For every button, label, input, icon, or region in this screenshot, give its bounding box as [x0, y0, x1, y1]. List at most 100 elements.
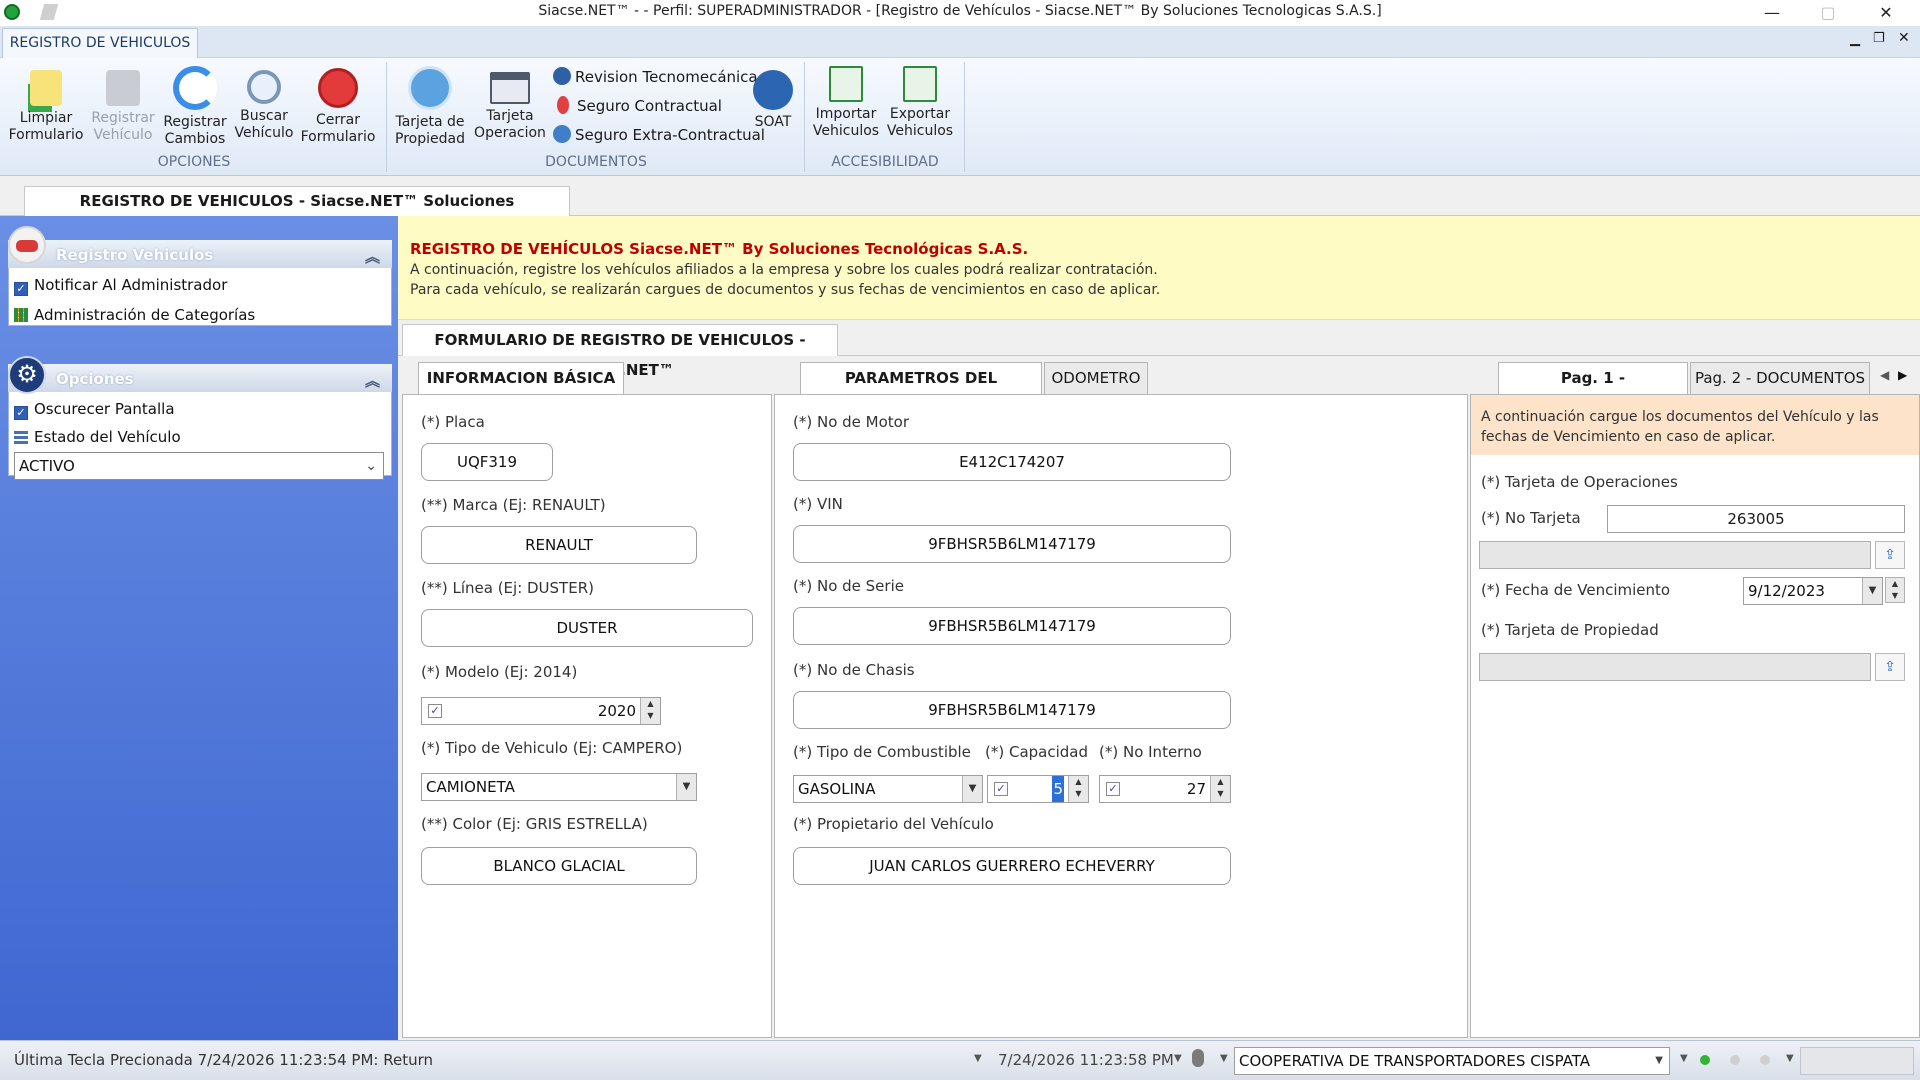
propietario-field[interactable]: JUAN CARLOS GUERRERO ECHEVERRY: [793, 847, 1231, 885]
card-icon: [408, 66, 452, 110]
placa-field[interactable]: UQF319: [421, 443, 553, 481]
car-shape: [16, 240, 38, 252]
combustible-select[interactable]: GASOLINA ▼: [793, 775, 983, 803]
tab-parametros-vehiculo[interactable]: PARAMETROS DEL VEHICULO: [800, 362, 1042, 417]
minimize-button[interactable]: —: [1752, 2, 1792, 24]
estado-vehiculo-select[interactable]: ACTIVO ⌄: [14, 452, 384, 480]
group-separator: [386, 62, 387, 172]
checkbox-checked[interactable]: ✓: [14, 282, 28, 296]
status-dropdown-icon[interactable]: ▼: [1786, 1053, 1794, 1064]
tarjeta-propiedad-label: (*) Tarjeta de Propiedad: [1481, 621, 1659, 639]
mdi-close-icon[interactable]: ✕: [1898, 30, 1910, 46]
spin-arrows-icon[interactable]: ▲ ▼: [640, 698, 660, 724]
seguro-contractual-button[interactable]: Seguro Contractual: [553, 93, 722, 119]
close-button[interactable]: ✕: [1866, 2, 1906, 24]
spin-arrows-icon[interactable]: ▲ ▼: [1210, 776, 1230, 802]
chevron-down-icon[interactable]: ▼: [676, 774, 696, 800]
exportar-vehiculos-button[interactable]: Exportar Vehiculos: [884, 64, 956, 154]
tarjeta-operaciones-file: [1479, 541, 1871, 569]
ribbon-tab-registro[interactable]: REGISTRO DE VEHICULOS: [2, 28, 198, 58]
form-tab[interactable]: FORMULARIO DE REGISTRO DE VEHICULOS - Si…: [402, 324, 838, 379]
tarjeta-propiedad-button[interactable]: Tarjeta de Propiedad: [390, 64, 470, 154]
motor-field[interactable]: E412C174207: [793, 443, 1231, 481]
tab-informacion-basica[interactable]: INFORMACION BÁSICA: [418, 362, 624, 394]
interno-checkbox[interactable]: ✓: [1106, 782, 1120, 796]
search-icon: [247, 70, 281, 104]
mdi-min-icon[interactable]: ▁: [1850, 32, 1860, 47]
marca-field[interactable]: RENAULT: [421, 526, 697, 564]
tab-odometro[interactable]: ODOMETRO: [1044, 362, 1148, 394]
color-field[interactable]: BLANCO GLACIAL: [421, 847, 697, 885]
vin-field[interactable]: 9FBHSR5B6LM147179: [793, 525, 1231, 563]
serie-field[interactable]: 9FBHSR5B6LM147179: [793, 607, 1231, 645]
upload-icon[interactable]: ⇪: [1875, 653, 1905, 681]
cerrar-formulario-button[interactable]: Cerrar Formulario: [298, 64, 378, 154]
combustible-label: (*) Tipo de Combustible: [793, 743, 971, 761]
revision-tecnomecanica-button[interactable]: Revision Tecnomecánica: [553, 64, 758, 90]
capacidad-checkbox[interactable]: ✓: [994, 782, 1008, 796]
linea-field[interactable]: DUSTER: [421, 609, 753, 647]
tab-pag2-documentos[interactable]: Pag. 2 - DOCUMENTOS: [1690, 362, 1870, 394]
new-document-icon: [30, 70, 62, 106]
soat-icon: [753, 70, 793, 110]
registrar-cambios-button[interactable]: Registrar Cambios: [160, 64, 230, 154]
nav-header-opciones[interactable]: Opciones ︽: [8, 364, 392, 392]
fecha-vencimiento-label: (*) Fecha de Vencimiento: [1481, 581, 1671, 599]
capacidad-stepper[interactable]: ✓ 5 ▲ ▼: [987, 775, 1089, 803]
status-dropdown-icon[interactable]: ▼: [974, 1053, 982, 1064]
limpiar-formulario-button[interactable]: Limpiar Formulario: [6, 64, 86, 154]
soat-button[interactable]: SOAT: [748, 64, 798, 154]
group-label-opciones: OPCIONES: [157, 154, 231, 170]
chevron-down-icon[interactable]: ▼: [962, 776, 982, 802]
interno-stepper[interactable]: ✓ 27 ▲ ▼: [1099, 775, 1231, 803]
collapse-icon[interactable]: ︽: [365, 370, 380, 391]
tab-scroll-right-icon[interactable]: ▶: [1898, 368, 1907, 382]
no-tarjeta-field[interactable]: 263005: [1607, 505, 1905, 533]
documentos-note: A continuación cargue los documentos del…: [1471, 395, 1919, 455]
pin-icon: [557, 96, 569, 114]
buscar-vehiculo-button[interactable]: Buscar Vehículo: [230, 64, 298, 154]
seguro-extra-contractual-button[interactable]: Seguro Extra-Contractual: [553, 122, 765, 148]
spin-arrows-icon[interactable]: ▲ ▼: [1068, 776, 1088, 802]
ribbon: Limpiar Formulario Registrar Vehículo Re…: [0, 58, 1920, 176]
collapse-icon[interactable]: ︽: [365, 246, 380, 267]
status-grey-led-icon: [1730, 1055, 1740, 1065]
oscurecer-pantalla-checkbox[interactable]: ✓ Oscurecer Pantalla: [14, 400, 175, 420]
modelo-checkbox[interactable]: ✓: [428, 704, 442, 718]
spin-arrows-icon[interactable]: ▲ ▼: [1885, 577, 1905, 603]
upload-icon[interactable]: ⇪: [1875, 541, 1905, 569]
status-green-led-icon: [1700, 1055, 1710, 1065]
notificar-administrador-checkbox[interactable]: ✓ Notificar Al Administrador: [14, 276, 227, 296]
linea-label: (**) Línea (Ej: DUSTER): [421, 579, 594, 597]
panel-documentos: A continuación cargue los documentos del…: [1470, 394, 1920, 1038]
calendar-dropdown-icon[interactable]: ▼: [1862, 578, 1882, 604]
refresh-icon: [173, 66, 217, 110]
administracion-categorias-link[interactable]: Administración de Categorías: [14, 306, 255, 324]
id-card-icon: [490, 72, 530, 104]
empresa-select[interactable]: COOPERATIVA DE TRANSPORTADORES CISPATA ▼: [1234, 1047, 1670, 1075]
chevron-down-icon[interactable]: ▼: [1655, 1048, 1663, 1074]
chevron-down-icon[interactable]: ⌄: [365, 453, 377, 479]
checkbox-checked[interactable]: ✓: [14, 406, 28, 420]
status-dropdown-icon[interactable]: ▼: [1174, 1053, 1182, 1064]
fingerprint-icon: [1192, 1049, 1204, 1067]
status-dropdown-icon[interactable]: ▼: [1220, 1053, 1228, 1064]
nav-header-registro[interactable]: Registro Vehiculos ︽: [8, 240, 392, 268]
chasis-field[interactable]: 9FBHSR5B6LM147179: [793, 691, 1231, 729]
tarjeta-operacion-button[interactable]: Tarjeta Operacion: [472, 64, 548, 154]
tab-scroll-left-icon[interactable]: ◀: [1880, 368, 1889, 382]
modelo-stepper[interactable]: ✓ 2020 ▲ ▼: [421, 697, 661, 725]
registrar-vehiculo-button[interactable]: Registrar Vehículo: [86, 64, 160, 154]
restore-button[interactable]: ▢: [1808, 2, 1848, 24]
status-dropdown-icon[interactable]: ▼: [1680, 1053, 1688, 1064]
tipo-vehiculo-select[interactable]: CAMIONETA ▼: [421, 773, 697, 801]
group-separator: [804, 62, 805, 172]
tarjeta-propiedad-file: [1479, 653, 1871, 681]
document-tab[interactable]: REGISTRO DE VEHICULOS - Siacse.NET™ Solu…: [24, 186, 570, 238]
tab-pag1-documentos[interactable]: Pag. 1 - DOCUMENTOS: [1498, 362, 1688, 417]
date-spin-icon[interactable]: ▲ ▼: [1885, 577, 1905, 605]
importar-vehiculos-button[interactable]: Importar Vehiculos: [810, 64, 882, 154]
fecha-vencimiento-picker[interactable]: 9/12/2023 ▼: [1743, 577, 1883, 605]
tarjeta-operaciones-label: (*) Tarjeta de Operaciones: [1481, 473, 1678, 491]
mdi-restore-icon[interactable]: ❐: [1873, 31, 1885, 46]
